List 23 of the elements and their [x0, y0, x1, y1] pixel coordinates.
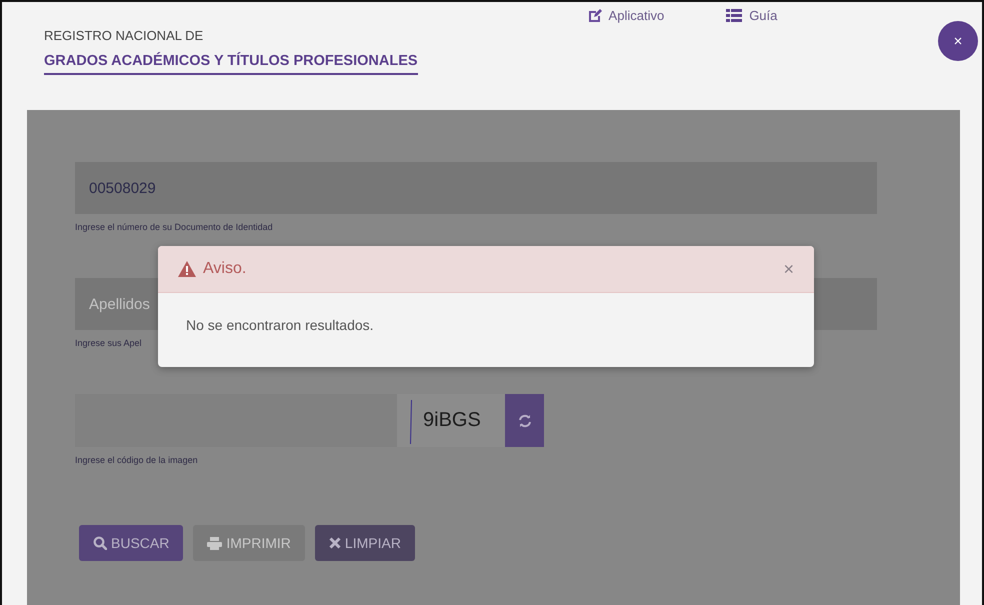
- list-icon: [726, 9, 742, 22]
- nav-link[interactable]: Aplicativo: [588, 8, 664, 23]
- edit-icon: [588, 8, 602, 22]
- text-input-field[interactable]: 00508029: [75, 162, 877, 214]
- field-hint: Ingrese sus Apel: [75, 338, 143, 348]
- registry-title: GRADOS ACADÉMICOS Y TÍTULOS PROFESIONALES: [44, 53, 418, 75]
- field-hint: Ingrese el código de la imagen: [75, 455, 199, 465]
- refresh-icon: [518, 414, 532, 428]
- form-button[interactable]: BUSCAR: [79, 525, 184, 561]
- nav-link[interactable]: Guía: [726, 8, 778, 23]
- field-hint: Ingrese el número de su Documento de Identidad: [75, 222, 274, 232]
- captcha-image: 9iBGS: [397, 394, 505, 447]
- alert-message: No se encontraron resultados.: [185, 316, 375, 333]
- x-icon: [328, 537, 341, 549]
- close-button[interactable]: ×: [938, 21, 978, 61]
- registry-subtitle: REGISTRO NACIONAL DE: [44, 28, 204, 43]
- alert-title: Aviso.: [203, 260, 246, 278]
- close-button[interactable]: ×: [783, 258, 794, 280]
- refresh-button[interactable]: [505, 394, 544, 447]
- warning-icon: [178, 261, 196, 277]
- search-icon: [93, 536, 107, 550]
- form-button[interactable]: LIMPIAR: [314, 525, 415, 561]
- printer-icon: [207, 536, 222, 550]
